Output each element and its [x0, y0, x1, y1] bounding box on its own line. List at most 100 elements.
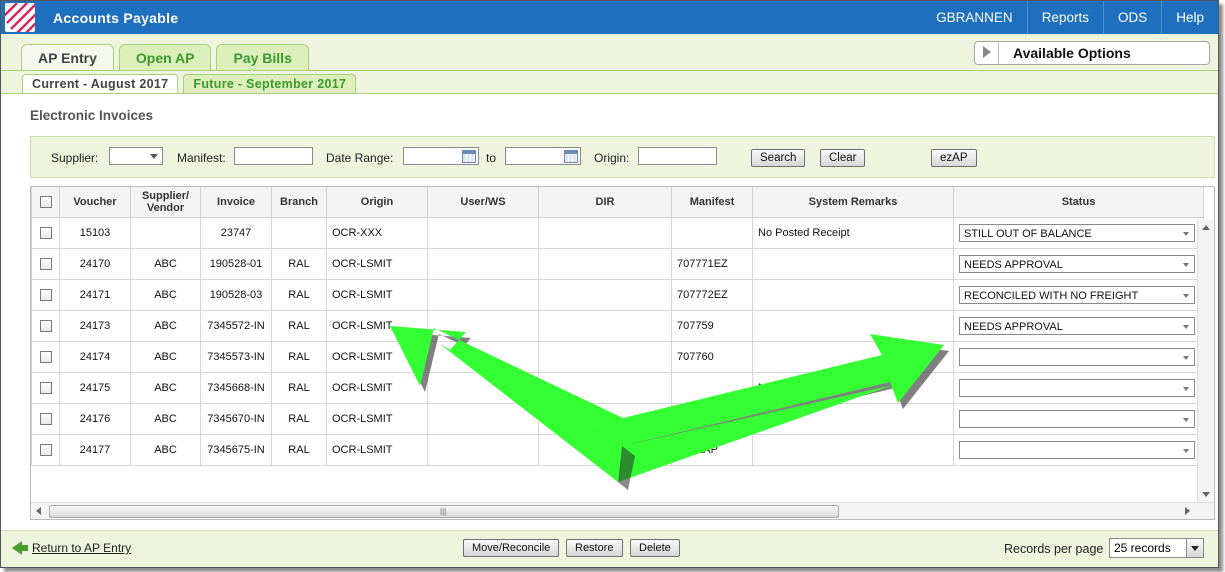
back-arrow-icon[interactable] — [12, 541, 28, 555]
status-select[interactable] — [959, 348, 1195, 366]
status-select[interactable]: RECONCILED WITH NO FREIGHT — [959, 286, 1195, 304]
status-cell: STILL OUT OF BALANCE — [953, 217, 1204, 249]
cell-branch: RAL — [271, 341, 327, 373]
calendar-icon[interactable] — [564, 150, 578, 163]
status-select[interactable] — [959, 410, 1195, 428]
status-select[interactable]: NEEDS APPROVAL — [959, 255, 1195, 273]
status-cell — [953, 372, 1204, 404]
row-checkbox[interactable] — [39, 444, 52, 457]
row-select-cell — [31, 310, 60, 342]
supplier-select[interactable] — [109, 147, 163, 165]
dropdown-button[interactable] — [1186, 539, 1203, 557]
table-row[interactable]: 24170 ABC 190528-01 RAL OCR-LSMIT 707771EZ NEE… — [31, 248, 1204, 280]
ezap-button[interactable]: ezAP — [931, 149, 977, 167]
nav-help[interactable]: Help — [1161, 1, 1218, 34]
scroll-thumb[interactable]: ||| — [49, 505, 839, 518]
status-select[interactable]: STILL OUT OF BALANCE — [959, 224, 1195, 242]
cell-dir — [538, 310, 672, 342]
available-options-button[interactable]: Available Options — [974, 41, 1210, 65]
clear-button[interactable]: Clear — [820, 149, 866, 167]
scroll-right-icon[interactable] — [1185, 507, 1190, 515]
table-row[interactable]: 15103 23747 OCR-XXX No Posted Receipt STILL … — [31, 217, 1204, 249]
cell-supplier — [130, 217, 201, 249]
status-select[interactable] — [959, 441, 1195, 459]
cell-remarks — [752, 248, 954, 280]
row-checkbox[interactable] — [39, 413, 52, 426]
cell-invoice: 7345670-IN — [200, 403, 272, 435]
cell-user — [427, 341, 539, 373]
manifest-label: Manifest: — [177, 151, 226, 165]
move-reconcile-button[interactable]: Move/Reconcile — [463, 539, 560, 557]
row-checkbox[interactable] — [39, 351, 52, 364]
table-row[interactable]: 24177 ABC 7345675-IN RAL OCR-LSMIT 70EZAP — [31, 434, 1204, 466]
scroll-left-icon[interactable] — [36, 507, 41, 515]
cell-remarks — [752, 403, 954, 435]
return-link[interactable]: Return to AP Entry — [32, 541, 131, 555]
col-origin[interactable]: Origin — [326, 187, 428, 218]
col-system-remarks[interactable]: System Remarks — [752, 187, 954, 218]
cell-user — [427, 310, 539, 342]
chevron-down-icon — [1183, 418, 1189, 422]
table-row[interactable]: 24175 ABC 7345668-IN RAL OCR-LSMIT No Po — [31, 372, 1204, 404]
row-checkbox[interactable] — [39, 382, 52, 395]
nav-ods[interactable]: ODS — [1102, 1, 1161, 34]
cell-branch: RAL — [271, 403, 327, 435]
chevron-down-icon — [1191, 546, 1199, 551]
status-value: NEEDS APPROVAL — [964, 259, 1063, 271]
restore-button[interactable]: Restore — [566, 539, 623, 557]
scroll-down-icon[interactable] — [1202, 492, 1210, 497]
table-row[interactable]: 24173 ABC 7345572-IN RAL OCR-LSMIT 707759 NEED… — [31, 310, 1204, 342]
col-invoice[interactable]: Invoice — [200, 187, 272, 218]
status-cell: NEEDS APPROVAL — [953, 248, 1204, 280]
status-select[interactable]: NEEDS APPROVAL — [959, 317, 1195, 335]
cell-origin: OCR-LSMIT — [326, 372, 428, 404]
col-status[interactable]: Status — [953, 187, 1204, 218]
cell-branch: RAL — [271, 279, 327, 311]
row-checkbox[interactable] — [39, 320, 52, 333]
date-to-input[interactable] — [505, 147, 581, 165]
tab-open-ap[interactable]: Open AP — [118, 44, 212, 70]
to-label: to — [486, 151, 497, 165]
table-row[interactable]: 24176 ABC 7345670-IN RAL OCR-LSMIT 7077 — [31, 403, 1204, 435]
tab-ap-entry[interactable]: AP Entry — [21, 44, 114, 71]
status-value: RECONCILED WITH NO FREIGHT — [964, 290, 1139, 302]
table-row[interactable]: 24174 ABC 7345573-IN RAL OCR-LSMIT 707760 — [31, 341, 1204, 373]
col-manifest[interactable]: Manifest — [671, 187, 753, 218]
status-cell: NEEDS APPROVAL — [953, 310, 1204, 342]
col-voucher[interactable]: Voucher — [59, 187, 131, 218]
scroll-up-icon[interactable] — [1202, 225, 1210, 230]
select-all-checkbox[interactable] — [39, 196, 52, 209]
row-checkbox[interactable] — [39, 258, 52, 271]
tab-future-period[interactable]: Future - September 2017 — [183, 74, 357, 93]
records-per-page-select[interactable]: 25 records — [1109, 538, 1204, 558]
col-supplier[interactable]: Supplier/ Vendor — [130, 187, 201, 218]
cell-voucher: 24173 — [59, 310, 131, 342]
col-user[interactable]: User/WS — [427, 187, 539, 218]
cell-supplier: ABC — [130, 310, 201, 342]
row-checkbox[interactable] — [39, 227, 52, 240]
horizontal-scrollbar[interactable]: ||| — [31, 502, 1214, 519]
date-from-input[interactable] — [403, 147, 479, 165]
cell-supplier: ABC — [130, 248, 201, 280]
status-select[interactable] — [959, 379, 1195, 397]
user-menu[interactable]: GBRANNEN — [922, 1, 1027, 34]
col-branch[interactable]: Branch — [271, 187, 327, 218]
manifest-input[interactable] — [234, 147, 313, 165]
tab-pay-bills[interactable]: Pay Bills — [216, 44, 309, 70]
cell-dir — [538, 217, 672, 249]
nav-reports[interactable]: Reports — [1026, 1, 1103, 34]
origin-input[interactable] — [638, 147, 717, 165]
cell-user — [427, 248, 539, 280]
vertical-scrollbar[interactable] — [1197, 220, 1214, 502]
tab-current-period[interactable]: Current - August 2017 — [22, 74, 179, 94]
cell-user — [427, 217, 539, 249]
calendar-icon[interactable] — [462, 150, 476, 163]
row-checkbox[interactable] — [39, 289, 52, 302]
supplier-label: Supplier: — [51, 151, 99, 165]
col-dir[interactable]: DIR — [538, 187, 672, 218]
search-button[interactable]: Search — [751, 149, 806, 167]
delete-button[interactable]: Delete — [630, 539, 680, 557]
status-value: STILL OUT OF BALANCE — [964, 228, 1092, 240]
cell-manifest — [671, 372, 753, 404]
table-row[interactable]: 24171 ABC 190528-03 RAL OCR-LSMIT 707772EZ REC… — [31, 279, 1204, 311]
